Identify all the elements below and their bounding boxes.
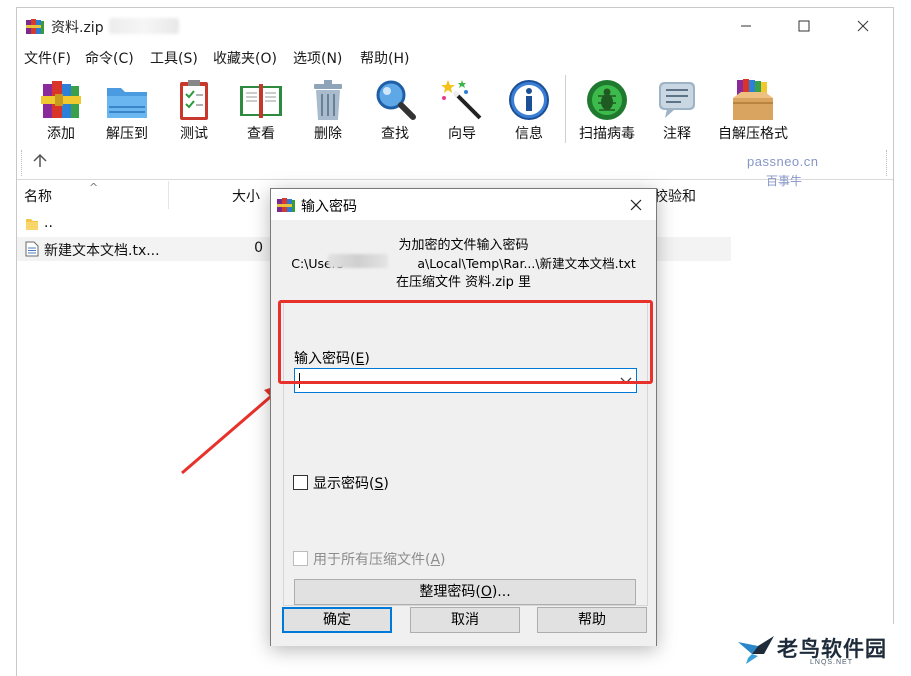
info-icon xyxy=(509,80,549,120)
test-clipboard-icon xyxy=(180,80,208,120)
redacted-region xyxy=(109,18,179,34)
menu-help[interactable]: 帮助(H) xyxy=(360,48,409,68)
maximize-button[interactable] xyxy=(781,8,827,44)
menu-command[interactable]: 命令(C) xyxy=(85,48,134,68)
dialog-close-button[interactable] xyxy=(621,192,651,218)
winrar-dialog-icon xyxy=(277,198,295,212)
close-icon xyxy=(630,199,642,211)
close-button[interactable] xyxy=(840,8,886,44)
menu-file[interactable]: 文件(F) xyxy=(24,48,71,68)
watermark-url: passneo.cn xyxy=(747,154,819,169)
title-bar[interactable]: 资料.zip xyxy=(17,8,893,44)
help-button[interactable]: 帮助 xyxy=(537,607,647,633)
toolbar-test-label: 测试 xyxy=(180,126,208,142)
toolbar-comment-label: 注释 xyxy=(663,126,691,142)
toolbar-info-button[interactable]: 信息 xyxy=(498,70,560,148)
brand-url: LNQS.NET xyxy=(810,659,854,666)
bird-logo-icon xyxy=(738,636,774,664)
toolbar-info-label: 信息 xyxy=(515,126,543,142)
site-logo: 老鸟软件园 LNQS.NET xyxy=(730,624,911,676)
toolbar-add-button[interactable]: 添加 xyxy=(30,70,92,148)
toolbar-view-button[interactable]: 查看 xyxy=(230,70,292,148)
minimize-icon xyxy=(741,25,751,27)
column-header-name[interactable]: 名称 xyxy=(24,186,52,206)
winrar-app-icon xyxy=(26,19,44,34)
toolbar-virus-scan-label: 扫描病毒 xyxy=(579,126,635,142)
toolbar-extract-label: 解压到 xyxy=(106,126,148,142)
toolbar-view-label: 查看 xyxy=(247,126,275,142)
use-for-all-label: 用于所有压缩文件(A) xyxy=(313,552,446,568)
cancel-button[interactable]: 取消 xyxy=(410,607,520,633)
wizard-wand-icon xyxy=(441,80,482,120)
folder-icon xyxy=(26,219,38,230)
column-header-checksum[interactable]: 校验和 xyxy=(654,186,696,206)
toolbar-add-label: 添加 xyxy=(47,126,75,142)
toolbar-sfx-button[interactable]: 自解压格式 xyxy=(711,70,795,148)
comment-icon xyxy=(659,82,695,118)
toolbar-find-button[interactable]: 查找 xyxy=(364,70,426,148)
dialog-title-bar[interactable]: 输入密码 xyxy=(271,189,656,220)
minimize-button[interactable] xyxy=(723,8,769,44)
magnifier-icon xyxy=(376,80,416,120)
text-file-icon xyxy=(25,241,39,257)
view-book-icon xyxy=(240,84,282,118)
toolbar-test-button[interactable]: 测试 xyxy=(163,70,225,148)
trash-icon xyxy=(314,80,342,120)
address-bar: passneo.cn 百事牛 xyxy=(17,148,893,188)
toolbar-wizard-label: 向导 xyxy=(448,126,476,142)
toolbar-delete-label: 删除 xyxy=(314,126,342,142)
toolbar-extract-button[interactable]: 解压到 xyxy=(96,70,158,148)
show-password-label: 显示密码(S) xyxy=(313,476,389,492)
address-bar-grip-right xyxy=(886,150,887,176)
toolbar-sfx-label: 自解压格式 xyxy=(718,126,788,142)
redacted-region xyxy=(328,254,388,268)
file-path-suffix: a\Local\Temp\Rar...\新建文本文档.txt xyxy=(417,256,636,271)
virus-scan-icon xyxy=(587,80,627,120)
ok-button[interactable]: 确定 xyxy=(282,607,392,633)
sfx-box-icon xyxy=(733,79,773,120)
checkbox-box xyxy=(293,551,308,566)
up-arrow-icon[interactable] xyxy=(31,152,49,170)
column-divider[interactable] xyxy=(168,181,169,209)
add-books-icon xyxy=(41,81,81,118)
file-name: 新建文本文档.tx... xyxy=(44,243,160,259)
file-size: 0 xyxy=(254,240,263,256)
checkbox-box[interactable] xyxy=(293,475,308,490)
maximize-icon xyxy=(798,20,810,32)
red-highlight-box xyxy=(278,300,653,384)
enter-password-dialog: 输入密码 为加密的文件输入密码 C:\Users a\Local\Temp\Rar… xyxy=(270,188,657,646)
toolbar-delete-button[interactable]: 删除 xyxy=(297,70,359,148)
toolbar-find-label: 查找 xyxy=(381,126,409,142)
toolbar-virus-scan-button[interactable]: 扫描病毒 xyxy=(575,70,639,148)
dialog-archive-info: 在压缩文件 资料.zip 里 xyxy=(395,275,532,290)
toolbar-comment-button[interactable]: 注释 xyxy=(646,70,708,148)
menu-bar: 文件(F) 命令(C) 工具(S) 收藏夹(O) 选项(N) 帮助(H) xyxy=(17,46,893,68)
toolbar: 添加 解压到 测试 查看 删除 查找 向导 信息 扫描病毒 注释 自解压格式 xyxy=(17,70,893,148)
dialog-info-line: 为加密的文件输入密码 xyxy=(398,238,529,253)
menu-options[interactable]: 选项(N) xyxy=(293,48,342,68)
file-name: .. xyxy=(44,215,53,231)
dialog-title: 输入密码 xyxy=(301,199,357,215)
dialog-body: 为加密的文件输入密码 C:\Users a\Local\Temp\Rar...\新… xyxy=(271,220,656,646)
toolbar-wizard-button[interactable]: 向导 xyxy=(431,70,493,148)
close-icon xyxy=(857,20,869,32)
column-header-size[interactable]: 大小 xyxy=(232,186,260,206)
organize-passwords-button[interactable]: 整理密码(O)... xyxy=(294,579,636,605)
menu-tools[interactable]: 工具(S) xyxy=(150,48,198,68)
window-title: 资料.zip xyxy=(51,20,104,36)
menu-favorites[interactable]: 收藏夹(O) xyxy=(213,48,277,68)
address-bar-grip xyxy=(21,150,22,176)
toolbar-separator xyxy=(565,75,566,143)
sort-ascending-icon: ^ xyxy=(89,181,99,194)
extract-folder-icon xyxy=(107,88,147,118)
